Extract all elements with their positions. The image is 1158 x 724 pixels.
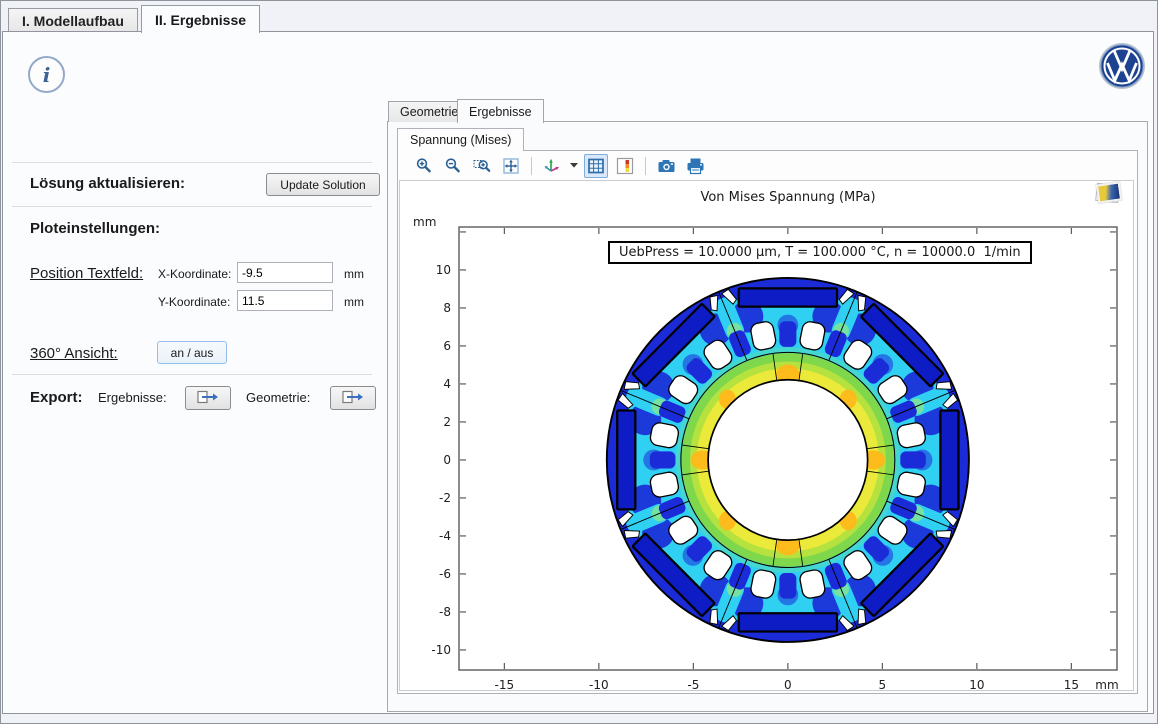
svg-text:-10: -10 [431, 643, 451, 657]
view-360-toggle-button[interactable]: an / aus [157, 341, 227, 364]
stress-plot[interactable]: -15 -10 -5 0 5 10 15 10 8 6 4 2 0 -2 -4 -6 -8 -10 mm mm [399, 210, 1135, 692]
info-icon: i [28, 56, 65, 93]
view-orientation-icon[interactable] [540, 154, 564, 178]
grid-icon[interactable] [584, 154, 608, 178]
x-coordinate-input[interactable] [237, 262, 333, 283]
svg-text:10: 10 [436, 263, 451, 277]
svg-text:6: 6 [443, 339, 451, 353]
graphics-toolbar [412, 153, 707, 178]
export-geometry-button[interactable] [330, 386, 376, 410]
update-solution-button[interactable]: Update Solution [266, 173, 380, 196]
export-icon [342, 390, 364, 407]
export-results-button[interactable] [185, 386, 231, 410]
svg-text:5: 5 [879, 678, 887, 692]
y-coordinate-label: Y-Koordinate: [158, 295, 230, 309]
print-icon[interactable] [683, 154, 707, 178]
plot-thumbnail-icon[interactable] [1096, 181, 1122, 203]
export-heading: Export: [30, 389, 83, 406]
export-results-label: Ergebnisse: [98, 390, 167, 405]
svg-text:4: 4 [443, 377, 451, 391]
svg-text:-8: -8 [439, 605, 451, 619]
zoom-out-icon[interactable] [441, 154, 465, 178]
svg-text:-6: -6 [439, 567, 451, 581]
plot-tab-spannung-mises[interactable]: Spannung (Mises) [397, 128, 524, 151]
graphics-tab-ergebnisse[interactable]: Ergebnisse [457, 99, 544, 123]
x-coordinate-label: X-Koordinate: [158, 267, 231, 281]
export-icon [197, 390, 219, 407]
svg-text:8: 8 [443, 301, 451, 315]
svg-text:-10: -10 [589, 678, 609, 692]
view-360-heading: 360° Ansicht: [30, 345, 118, 362]
svg-text:0: 0 [443, 453, 451, 467]
snapshot-camera-icon[interactable] [654, 154, 678, 178]
svg-text:-4: -4 [439, 529, 451, 543]
divider [12, 374, 372, 375]
vw-logo [1099, 43, 1145, 94]
x-unit-label: mm [344, 267, 364, 281]
textfield-position-heading: Position Textfeld: [30, 265, 143, 282]
svg-text:10: 10 [969, 678, 984, 692]
plot-settings-heading: Ploteinstellungen: [30, 220, 160, 237]
divider [12, 206, 372, 207]
plot-title: Von Mises Spannung (MPa) [459, 190, 1117, 205]
svg-text:-2: -2 [439, 491, 451, 505]
plot-annotation-box: UebPress = 10.0000 μm, T = 100.000 °C, n… [608, 241, 1032, 264]
y-unit-label: mm [344, 295, 364, 309]
view-orientation-dropdown-icon[interactable] [569, 155, 579, 177]
zoom-extents-icon[interactable] [499, 154, 523, 178]
y-coordinate-input[interactable] [237, 290, 333, 311]
toolbar-separator [645, 157, 646, 175]
update-solution-heading: Lösung aktualisieren: [30, 175, 185, 192]
svg-text:mm: mm [413, 215, 436, 229]
svg-text:0: 0 [784, 678, 792, 692]
svg-text:-5: -5 [687, 678, 699, 692]
svg-text:mm: mm [1095, 678, 1118, 692]
svg-text:15: 15 [1064, 678, 1079, 692]
svg-text:-15: -15 [495, 678, 515, 692]
zoom-box-icon[interactable] [470, 154, 494, 178]
svg-text:2: 2 [443, 415, 451, 429]
tab-ergebnisse[interactable]: II. Ergebnisse [141, 5, 260, 33]
tab-modellaufbau[interactable]: I. Modellaufbau [8, 8, 138, 32]
zoom-in-icon[interactable] [412, 154, 436, 178]
divider [12, 162, 372, 163]
toolbar-separator [531, 157, 532, 175]
color-legend-icon[interactable] [613, 154, 637, 178]
export-geometry-label: Geometrie: [246, 390, 310, 405]
